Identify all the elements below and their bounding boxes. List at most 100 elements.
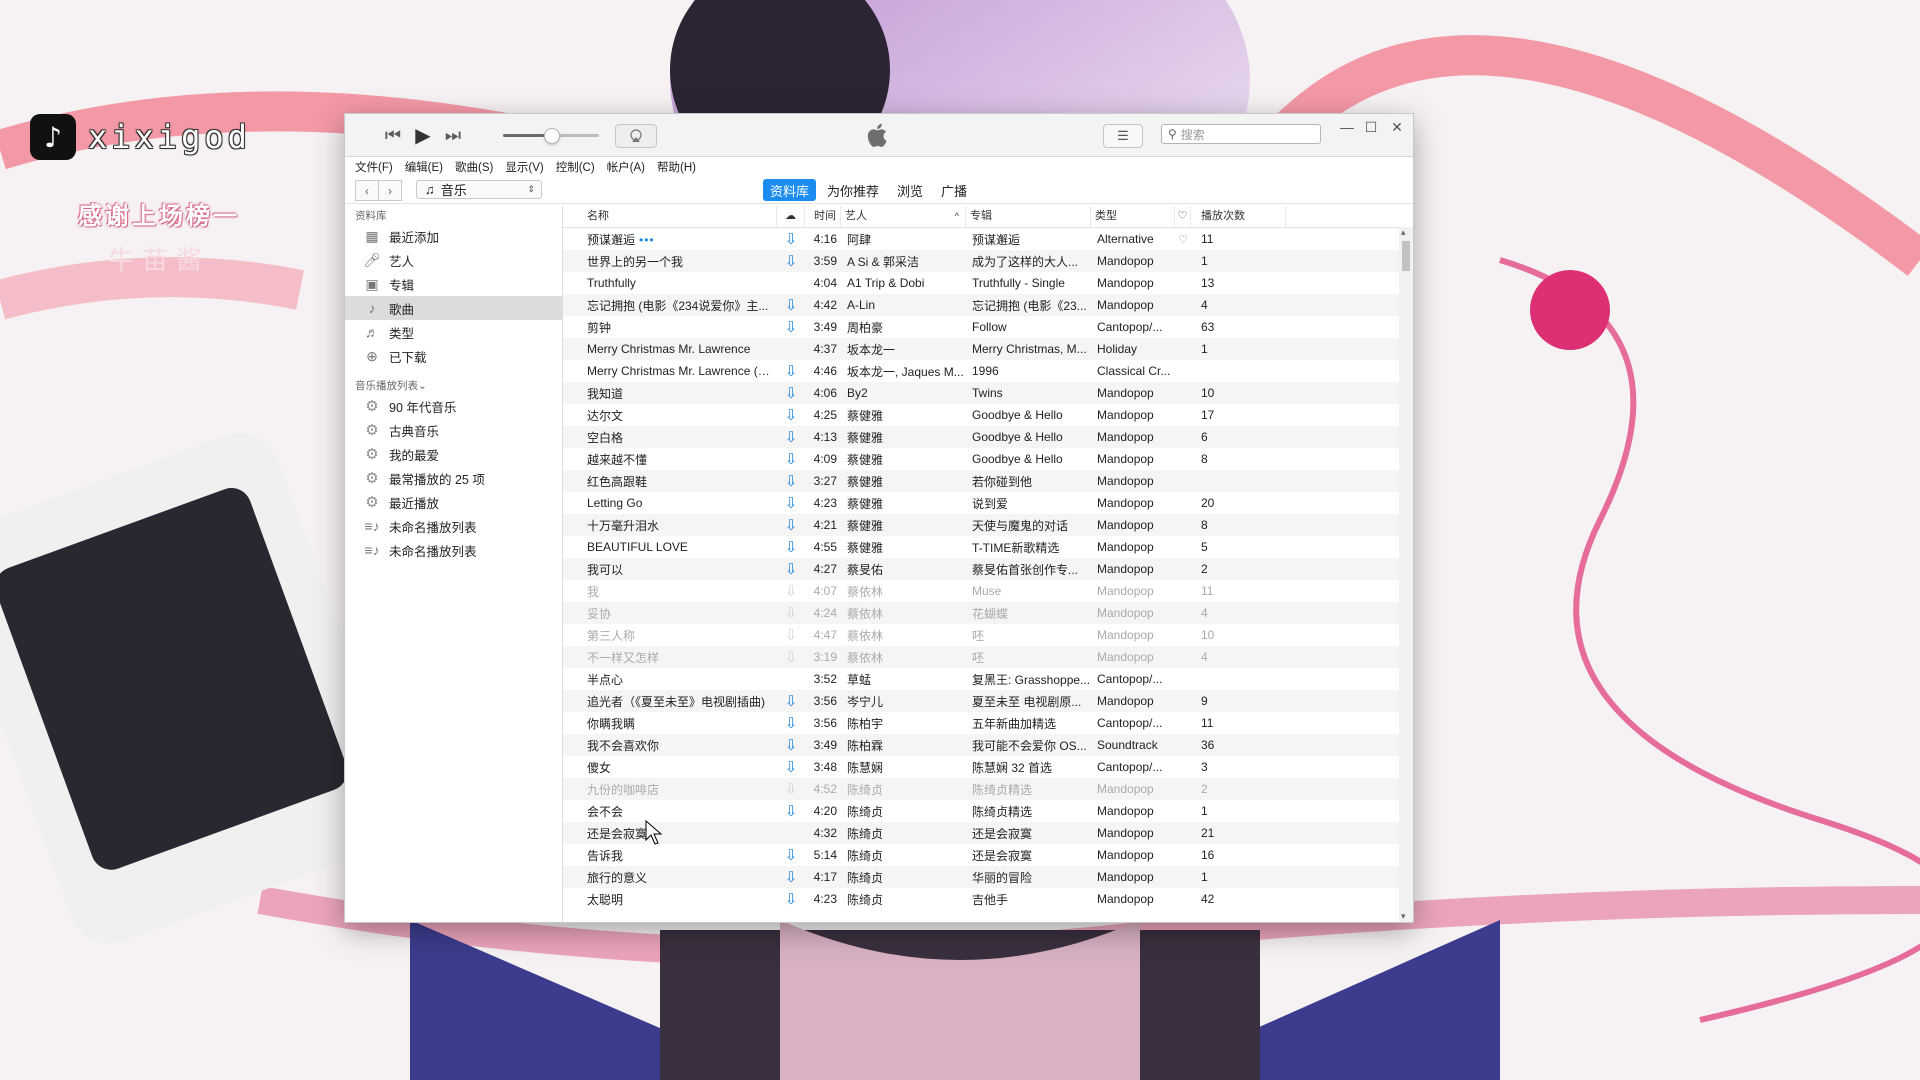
cloud-download-icon[interactable]: ⇩ — [777, 780, 805, 798]
table-row[interactable]: 空白格 ⇩ 4:13 蔡健雅 Goodbye & Hello Mandopop 6 — [563, 426, 1413, 448]
cloud-download-icon[interactable]: ⇩ — [777, 846, 805, 864]
sidebar-item-top-25[interactable]: ⚙ 最常播放的 25 项 — [345, 466, 562, 490]
table-row[interactable]: Merry Christmas Mr. Lawrence 4:37 坂本龙一 Merr… — [563, 338, 1413, 360]
airplay-button[interactable] — [615, 124, 657, 148]
table-row[interactable]: 旅行的意义 ⇩ 4:17 陈绮贞 华丽的冒险 Mandopop 1 — [563, 866, 1413, 888]
cloud-download-icon[interactable]: ⇩ — [777, 582, 805, 600]
table-row[interactable]: BEAUTIFUL LOVE ⇩ 4:55 蔡健雅 T-TIME新歌精选 Mandopop… — [563, 536, 1413, 558]
cloud-download-icon[interactable]: ⇩ — [777, 604, 805, 622]
cloud-icon[interactable]: ☁ — [777, 206, 805, 227]
table-row[interactable]: 红色高跟鞋 ⇩ 3:27 蔡健雅 若你碰到他 Mandopop — [563, 470, 1413, 492]
menu-account[interactable]: 帐户(A) — [607, 159, 645, 175]
sidebar-item-favorites[interactable]: ⚙ 我的最爱 — [345, 442, 562, 466]
cloud-download-icon[interactable]: ⇩ — [777, 318, 805, 336]
column-header-genre[interactable]: 类型 — [1091, 206, 1175, 227]
sidebar-item-recently-played[interactable]: ⚙ 最近播放 — [345, 490, 562, 514]
sidebar-item-untitled-playlist[interactable]: ≡♪ 未命名播放列表 — [345, 514, 562, 538]
column-header-album[interactable]: 专辑 — [966, 206, 1091, 227]
cloud-download-icon[interactable]: ⇩ — [777, 494, 805, 512]
cloud-download-icon[interactable]: ⇩ — [777, 648, 805, 666]
cloud-download-icon[interactable]: ⇩ — [777, 406, 805, 424]
table-row[interactable]: 第三人称 ⇩ 4:47 蔡依林 呸 Mandopop 10 — [563, 624, 1413, 646]
table-row[interactable]: Truthfully 4:04 A1 Trip & Dobi Truthfully -… — [563, 272, 1413, 294]
scrollbar-thumb[interactable] — [1402, 241, 1410, 271]
table-row[interactable]: 不一样又怎样 ⇩ 3:19 蔡依林 呸 Mandopop 4 — [563, 646, 1413, 668]
up-next-list-button[interactable]: ☰ — [1103, 124, 1143, 148]
cloud-download-icon[interactable]: ⇩ — [777, 890, 805, 908]
column-header-plays[interactable]: 播放次数 — [1191, 206, 1286, 227]
cloud-download-icon[interactable]: ⇩ — [777, 450, 805, 468]
table-row[interactable]: 告诉我 ⇩ 5:14 陈绮贞 还是会寂寞 Mandopop 16 — [563, 844, 1413, 866]
sidebar-item-genres[interactable]: ♬ 类型 — [345, 320, 562, 344]
sidebar-item-downloaded[interactable]: ⊕ 已下载 — [345, 344, 562, 368]
table-row[interactable]: 我知道 ⇩ 4:06 By2 Twins Mandopop 10 — [563, 382, 1413, 404]
love-heart-icon[interactable]: ♡ — [1175, 233, 1191, 246]
table-row[interactable]: 达尔文 ⇩ 4:25 蔡健雅 Goodbye & Hello Mandopop 17 — [563, 404, 1413, 426]
play-button[interactable]: ▶ — [411, 124, 435, 147]
cloud-download-icon[interactable]: ⇩ — [777, 384, 805, 402]
tab-radio[interactable]: 广播 — [934, 179, 974, 201]
scroll-down-icon[interactable]: ▾ — [1401, 911, 1406, 922]
minimize-button[interactable]: — — [1335, 116, 1359, 138]
table-row[interactable]: 你瞒我瞒 ⇩ 3:56 陈柏宇 五年新曲加精选 Cantopop/... 11 — [563, 712, 1413, 734]
column-header-time[interactable]: 时间 — [805, 206, 841, 227]
menu-edit[interactable]: 编辑(E) — [405, 159, 443, 175]
cloud-download-icon[interactable]: ⇩ — [777, 714, 805, 732]
media-kind-select[interactable]: ♫ 音乐 ⇕ — [416, 180, 542, 199]
cloud-download-icon[interactable]: ⇩ — [777, 626, 805, 644]
table-row[interactable]: 我不会喜欢你 ⇩ 3:49 陈柏霖 我可能不会爱你 OS... Soundtrack 36 — [563, 734, 1413, 756]
sidebar-item-artists[interactable]: 🎤︎ 艺人 — [345, 248, 562, 272]
table-row[interactable]: 我可以 ⇩ 4:27 蔡旻佑 蔡旻佑首张创作专... Mandopop 2 — [563, 558, 1413, 580]
cloud-download-icon[interactable]: ⇩ — [777, 516, 805, 534]
column-header-artist[interactable]: 艺人 ^ — [841, 206, 966, 227]
cloud-download-icon[interactable]: ⇩ — [777, 252, 805, 270]
table-row[interactable]: 半点心 3:52 草蜢 复黑王: Grasshoppe... Cantopop/... — [563, 668, 1413, 690]
cloud-download-icon[interactable]: ⇩ — [777, 296, 805, 314]
heart-icon[interactable]: ♡ — [1175, 206, 1191, 227]
sidebar-item-recently-added[interactable]: ▦ 最近添加 — [345, 224, 562, 248]
volume-slider-knob[interactable] — [544, 128, 560, 144]
tab-for-you[interactable]: 为你推荐 — [820, 179, 886, 201]
menu-view[interactable]: 显示(V) — [505, 159, 543, 175]
cloud-download-icon[interactable]: ⇩ — [777, 538, 805, 556]
tab-browse[interactable]: 浏览 — [890, 179, 930, 201]
scroll-up-icon[interactable]: ▴ — [1401, 227, 1406, 238]
sidebar-item-untitled-playlist[interactable]: ≡♪ 未命名播放列表 — [345, 538, 562, 562]
column-header-name[interactable]: 名称 — [563, 206, 777, 227]
table-row[interactable]: 十万毫升泪水 ⇩ 4:21 蔡健雅 天使与魔鬼的对话 Mandopop 8 — [563, 514, 1413, 536]
table-row[interactable]: 越来越不懂 ⇩ 4:09 蔡健雅 Goodbye & Hello Mandopop 8 — [563, 448, 1413, 470]
table-row[interactable]: Merry Christmas Mr. Lawrence (Ve... ⇩ 4:46… — [563, 360, 1413, 382]
table-row[interactable]: 傻女 ⇩ 3:48 陈慧娴 陈慧娴 32 首选 Cantopop/... 3 — [563, 756, 1413, 778]
cloud-download-icon[interactable]: ⇩ — [777, 736, 805, 754]
cloud-download-icon[interactable]: ⇩ — [777, 802, 805, 820]
menu-file[interactable]: 文件(F) — [355, 159, 393, 175]
table-row[interactable]: 会不会 ⇩ 4:20 陈绮贞 陈绮贞精选 Mandopop 1 — [563, 800, 1413, 822]
sidebar-item-songs[interactable]: ♪ 歌曲 — [345, 296, 562, 320]
more-options-icon[interactable]: ••• — [639, 233, 655, 247]
playlists-header[interactable]: 音乐播放列表⌄ — [345, 378, 562, 394]
volume-slider[interactable] — [503, 128, 599, 144]
previous-track-button[interactable]: ⏮ — [381, 124, 405, 146]
menu-song[interactable]: 歌曲(S) — [455, 159, 493, 175]
table-row[interactable]: 九份的咖啡店 ⇩ 4:52 陈绮贞 陈绮贞精选 Mandopop 2 — [563, 778, 1413, 800]
sidebar-item-90s-music[interactable]: ⚙ 90 年代音乐 — [345, 394, 562, 418]
table-row[interactable]: 追光者（《夏至未至》电视剧插曲) ⇩ 3:56 岑宁儿 夏至未至 电视剧原... Mand… — [563, 690, 1413, 712]
back-button[interactable]: ‹ — [355, 180, 379, 201]
vertical-scrollbar[interactable]: ▴ ▾ — [1399, 227, 1413, 922]
sidebar-item-classical[interactable]: ⚙ 古典音乐 — [345, 418, 562, 442]
table-row[interactable]: 世界上的另一个我 ⇩ 3:59 A Si & 郭采洁 成为了这样的大人... Mandop… — [563, 250, 1413, 272]
table-row[interactable]: 预谋邂逅 ••• ⇩ 4:16 阿肆 预谋邂逅 Alternative ♡ 11 — [563, 228, 1413, 250]
maximize-button[interactable]: ☐ — [1359, 116, 1383, 138]
table-row[interactable]: 妥协 ⇩ 4:24 蔡依林 花蝴蝶 Mandopop 4 — [563, 602, 1413, 624]
search-field[interactable]: ⚲ 搜索 — [1161, 124, 1321, 144]
table-row[interactable]: 忘记拥抱 (电影《234说爱你》主... ⇩ 4:42 A-Lin 忘记拥抱 (电影《2… — [563, 294, 1413, 316]
cloud-download-icon[interactable]: ⇩ — [777, 692, 805, 710]
cloud-download-icon[interactable]: ⇩ — [777, 472, 805, 490]
cloud-download-icon[interactable]: ⇩ — [777, 362, 805, 380]
close-button[interactable]: ✕ — [1385, 116, 1409, 138]
table-row[interactable]: 我 ⇩ 4:07 蔡依林 Muse Mandopop 11 — [563, 580, 1413, 602]
table-row[interactable]: 还是会寂寞 4:32 陈绮贞 还是会寂寞 Mandopop 21 — [563, 822, 1413, 844]
menu-help[interactable]: 帮助(H) — [657, 159, 696, 175]
table-row[interactable]: 太聪明 ⇩ 4:23 陈绮贞 吉他手 Mandopop 42 — [563, 888, 1413, 910]
cloud-download-icon[interactable]: ⇩ — [777, 868, 805, 886]
